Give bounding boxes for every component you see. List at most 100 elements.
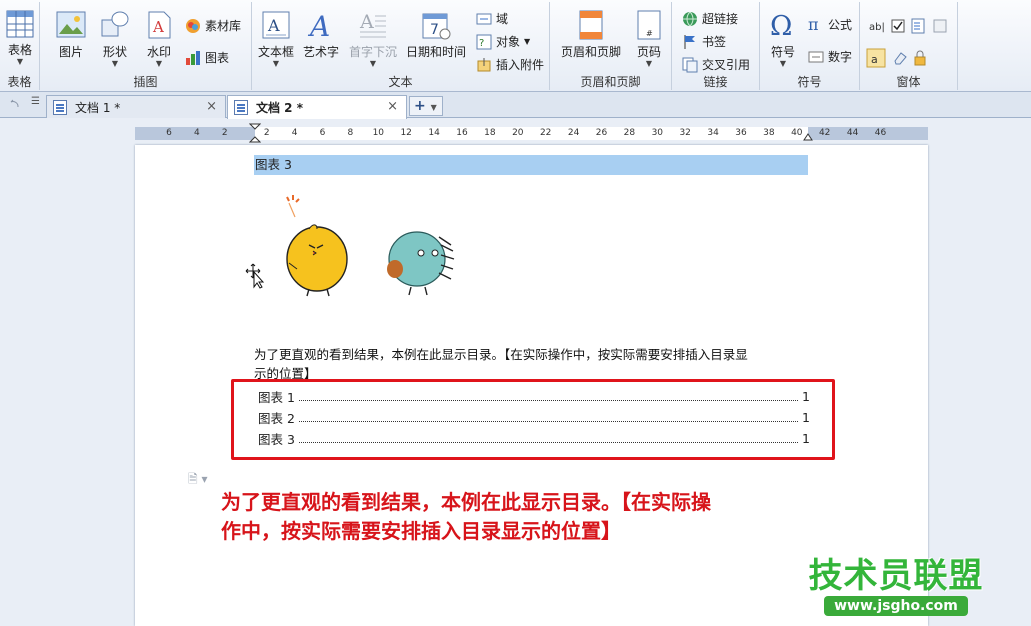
bookmark-button[interactable]: 书签 xyxy=(682,33,726,50)
formula-button[interactable]: π 公式 xyxy=(808,16,852,33)
object-icon: ? xyxy=(476,34,492,49)
ruler-tick-label: 40 xyxy=(791,128,803,138)
intro-paragraph-line-1: 为了更直观的看到结果，本例在此显示目录。【在实际操作中，按实际需要安排插入目录显 xyxy=(254,347,748,362)
list-box-icon[interactable] xyxy=(910,18,926,34)
annotation-note: 为了更直观的看到结果，本例在此显示目录。【在实际操 作中，按实际需要安排插入目录… xyxy=(221,488,861,546)
calendar-icon: 7 xyxy=(422,13,451,40)
svg-text:A: A xyxy=(152,18,164,36)
ruler-tick-label: 12 xyxy=(400,128,412,138)
hyperlink-button[interactable]: 超链接 xyxy=(682,10,738,27)
document-icon xyxy=(234,100,248,115)
toc-entry[interactable]: 图表 2 1 xyxy=(258,408,810,427)
object-button[interactable]: ? 对象 ▼ xyxy=(476,33,530,50)
form-properties-icon[interactable] xyxy=(932,18,948,34)
omega-icon: Ω xyxy=(770,11,792,40)
tab-list-dropdown-icon[interactable]: ☰ xyxy=(31,96,40,107)
attachment-icon xyxy=(477,57,491,71)
close-icon[interactable]: × xyxy=(387,99,398,114)
form-shading-icon[interactable]: a xyxy=(866,48,886,68)
ruler-tick-label: 44 xyxy=(846,128,859,138)
ruler-tick-label: 18 xyxy=(484,128,496,138)
group-symbols: Ω 符号 ▼ π 公式 数字 符号 xyxy=(760,2,860,90)
pi-icon: π xyxy=(808,14,819,34)
tab-document-2[interactable]: 文档 2 * × xyxy=(227,95,407,119)
svg-text:ab|: ab| xyxy=(869,22,885,33)
group-label-header-footer: 页眉和页脚 xyxy=(580,75,641,89)
annotation-line-2: 作中，按实际需要安排插入目录显示的位置】 xyxy=(221,519,621,543)
page-number-button[interactable]: # 页码 ▼ xyxy=(630,10,668,68)
drop-cap-button[interactable]: A 首字下沉 ▼ xyxy=(348,10,398,68)
watermark-button[interactable]: A 水印 ▼ xyxy=(140,10,178,68)
tab-document-1[interactable]: 文档 1 * × xyxy=(46,95,226,118)
ruler-tick-label: 30 xyxy=(651,128,664,138)
back-arrow-icon[interactable] xyxy=(8,98,20,110)
group-label-illustrations: 插图 xyxy=(133,75,158,89)
material-library-icon xyxy=(186,18,200,33)
material-library-button[interactable]: 素材库 xyxy=(185,17,241,34)
new-tab-button[interactable]: + ▼ xyxy=(409,96,443,116)
group-label-table: 表格 xyxy=(7,75,32,89)
blue-bird-illustration[interactable] xyxy=(381,225,456,297)
svg-text:?: ? xyxy=(479,38,484,49)
eraser-icon[interactable] xyxy=(892,50,908,66)
chevron-down-icon: ▼ xyxy=(779,59,787,68)
textbox-button[interactable]: A 文本框 ▼ xyxy=(256,10,296,68)
close-icon[interactable]: × xyxy=(206,99,217,114)
svg-text:7: 7 xyxy=(430,22,439,38)
ruler-tick-label: 16 xyxy=(456,128,468,138)
group-label-text: 文本 xyxy=(388,75,413,89)
header-footer-button[interactable]: 页眉和页脚 xyxy=(556,10,626,60)
svg-text:Ω: Ω xyxy=(770,11,792,40)
checkbox-icon[interactable] xyxy=(890,18,906,34)
cross-reference-button[interactable]: 交叉引用 xyxy=(682,56,750,73)
ruler-tick-label: 36 xyxy=(735,128,747,138)
indent-marker-icon[interactable] xyxy=(249,123,261,143)
drop-cap-icon: A xyxy=(359,11,386,38)
selected-caption[interactable]: 图表 3 xyxy=(254,155,808,175)
number-button[interactable]: 数字 xyxy=(808,48,852,65)
horizontal-ruler[interactable]: 6 4 2 2 4 6 8 10 12 14 16 18 20 22 24 26 28 30 32 34 36 38 40 4… xyxy=(135,123,928,143)
field-icon xyxy=(476,13,492,24)
ruler-tick-label: 38 xyxy=(763,128,775,138)
svg-text:A: A xyxy=(359,11,374,33)
toc-leader-dots xyxy=(298,434,799,443)
ribbon: 表格 ▼ 表格 图片 形状 ▼ A 水印 ▼ 素材库 图表 插图 A 文本框 ▼… xyxy=(0,0,1031,92)
picture-icon xyxy=(56,11,86,38)
toc-leader-dots xyxy=(298,413,799,422)
ruler-tick-label: 32 xyxy=(679,128,691,138)
table-icon xyxy=(6,10,34,38)
flag-icon xyxy=(684,34,695,49)
group-table: 表格 ▼ 表格 xyxy=(0,2,40,90)
ruler-tick-label: 24 xyxy=(567,128,580,138)
ruler-tick-label: 2 xyxy=(263,128,270,138)
wordart-icon: A xyxy=(307,10,330,40)
yellow-chick-illustration[interactable] xyxy=(275,193,355,298)
ruler-tick-label: 6 xyxy=(166,128,172,138)
insert-attachment-button[interactable]: 插入附件 xyxy=(476,56,544,73)
right-indent-marker-icon[interactable] xyxy=(803,131,813,141)
svg-text:A: A xyxy=(307,10,330,40)
symbol-button[interactable]: Ω 符号 ▼ xyxy=(764,10,802,68)
shape-button[interactable]: 形状 ▼ xyxy=(96,10,134,68)
date-time-button[interactable]: 7 日期和时间 xyxy=(404,10,468,60)
ruler-tick-label: 46 xyxy=(874,128,887,138)
group-illustrations: 图片 形状 ▼ A 水印 ▼ 素材库 图表 插图 xyxy=(40,2,252,90)
field-button[interactable]: 域 xyxy=(476,10,508,27)
ruler-tick-label: 4 xyxy=(194,128,200,138)
toc-entry[interactable]: 图表 3 1 xyxy=(258,429,810,448)
ruler-text-area xyxy=(255,127,808,140)
site-watermark: 技术员联盟 www.jsgho.com xyxy=(803,556,989,616)
text-field-icon[interactable]: ab| xyxy=(868,18,886,34)
table-button[interactable]: 表格 ▼ xyxy=(3,10,37,66)
svg-text:#: # xyxy=(646,29,653,38)
chart-button[interactable]: 图表 xyxy=(185,49,229,66)
ruler-tick-label: 4 xyxy=(291,128,298,138)
toc-entry[interactable]: 图表 1 1 xyxy=(258,387,810,406)
document-page[interactable]: 图表 3 为了更直观的看到结果，本例在此显示目录。【在实际操作中，按实际需要安排… xyxy=(135,145,983,626)
lock-icon[interactable] xyxy=(912,50,928,66)
ruler-tick-label: 28 xyxy=(623,128,636,138)
paste-options-icon[interactable]: 🗎 ▾ xyxy=(188,470,208,491)
wordart-button[interactable]: A 艺术字 xyxy=(302,10,340,60)
picture-button[interactable]: 图片 xyxy=(52,10,90,60)
toc-leader-dots xyxy=(298,392,799,401)
